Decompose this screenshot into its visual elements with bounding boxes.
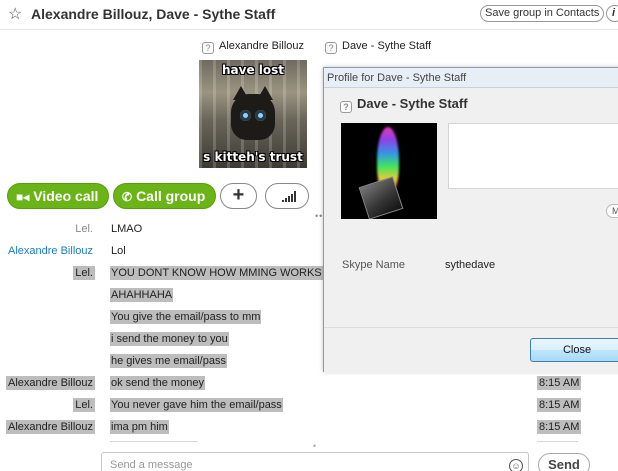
- message-time: 8:15 AM: [537, 398, 582, 412]
- message-sender[interactable]: Lel.: [73, 266, 95, 280]
- message-text: AHAHHAHA: [110, 288, 174, 302]
- conversation-title: Alexandre Billouz, Dave - Sythe Staff: [31, 6, 276, 22]
- message-time: 8:15 AM: [537, 376, 582, 390]
- message-row: Lel. You never gave him the email/pass 8…: [0, 394, 618, 416]
- status-icon: ?: [340, 101, 352, 113]
- save-group-button[interactable]: Save group in Contacts: [480, 5, 605, 22]
- avatar-caption-top: have lost: [221, 63, 284, 77]
- profile-avatar: [341, 123, 437, 219]
- info-button[interactable]: i: [606, 5, 618, 22]
- message-input[interactable]: [110, 459, 500, 471]
- message-sender[interactable]: Alexandre Billouz: [6, 376, 95, 390]
- message-sender[interactable]: Lel.: [73, 398, 95, 412]
- participant-alexandre[interactable]: ? Alexandre Billouz: [202, 40, 304, 54]
- plus-icon[interactable]: +: [220, 183, 257, 209]
- video-camera-icon: ■◂: [16, 190, 30, 204]
- divider: [537, 441, 578, 442]
- mood-message-box: [448, 123, 618, 189]
- skype-name-value: sythedave: [445, 259, 496, 271]
- message-row: Alexandre Billouz ok send the money 8:15…: [0, 372, 618, 394]
- message-sender[interactable]: Alexandre Billouz: [6, 420, 95, 434]
- kitten-eye: [240, 110, 251, 121]
- skype-name-label: Skype Name: [342, 259, 405, 271]
- kitten-eye: [255, 110, 266, 121]
- divider: [110, 441, 198, 442]
- star-icon[interactable]: ☆: [8, 4, 22, 24]
- message-text: ima pm him: [110, 420, 169, 434]
- participant-name: Dave - Sythe Staff: [342, 40, 432, 52]
- resize-dot[interactable]: •: [313, 441, 316, 451]
- message-text: LMAO: [111, 223, 143, 235]
- send-button[interactable]: Send: [538, 453, 590, 471]
- message-text: You give the email/pass to mm: [110, 310, 262, 324]
- profile-name-row: ? Dave - Sythe Staff: [340, 96, 468, 113]
- message-input-container[interactable]: ☺: [101, 452, 529, 471]
- message-sender[interactable]: Alexandre Billouz: [6, 244, 95, 258]
- video-call-button[interactable]: ■◂ Video call: [7, 183, 110, 209]
- call-quality-button[interactable]: [265, 183, 309, 209]
- message-text: You never gave him the email/pass: [110, 398, 283, 412]
- signal-icon: [282, 191, 296, 202]
- profile-dialog: Profile for Dave - Sythe Staff ? Dave - S…: [323, 67, 618, 373]
- message-text: Lol: [111, 245, 126, 257]
- conversation-header: ☆ Alexandre Billouz, Dave - Sythe Staff …: [0, 0, 618, 30]
- participant-dave[interactable]: ? Dave - Sythe Staff: [325, 40, 431, 54]
- participant-avatar[interactable]: have lost s kitteh's trust: [199, 60, 307, 168]
- message-text: YOU DONT KNOW HOW MMING WORKS: [110, 266, 323, 280]
- video-call-label: Video call: [33, 188, 99, 204]
- call-group-button[interactable]: ✆ Call group: [113, 183, 217, 209]
- status-icon: ?: [202, 42, 214, 54]
- message-text: he gives me email/pass: [110, 354, 227, 368]
- status-icon: ?: [325, 42, 337, 54]
- close-button[interactable]: Close: [530, 338, 618, 362]
- emoji-icon[interactable]: ☺: [509, 459, 523, 471]
- kitten-image: [231, 86, 275, 140]
- more-button[interactable]: M: [606, 204, 618, 218]
- message-text: i send the money to you: [110, 332, 229, 346]
- dialog-title-bar[interactable]: Profile for Dave - Sythe Staff: [324, 68, 618, 88]
- message-text: ok send the money: [110, 376, 205, 390]
- message-time: 8:15 AM: [537, 420, 582, 434]
- dialog-footer: Close: [324, 327, 618, 373]
- profile-name: Dave - Sythe Staff: [357, 96, 468, 111]
- call-group-label: Call group: [136, 188, 206, 204]
- participant-name: Alexandre Billouz: [219, 40, 304, 52]
- message-row: Alexandre Billouz ima pm him 8:15 AM: [0, 416, 618, 438]
- avatar-caption-bottom: s kitteh's trust: [203, 150, 303, 164]
- phone-icon: ✆: [122, 190, 133, 204]
- message-sender[interactable]: Lel.: [73, 222, 95, 236]
